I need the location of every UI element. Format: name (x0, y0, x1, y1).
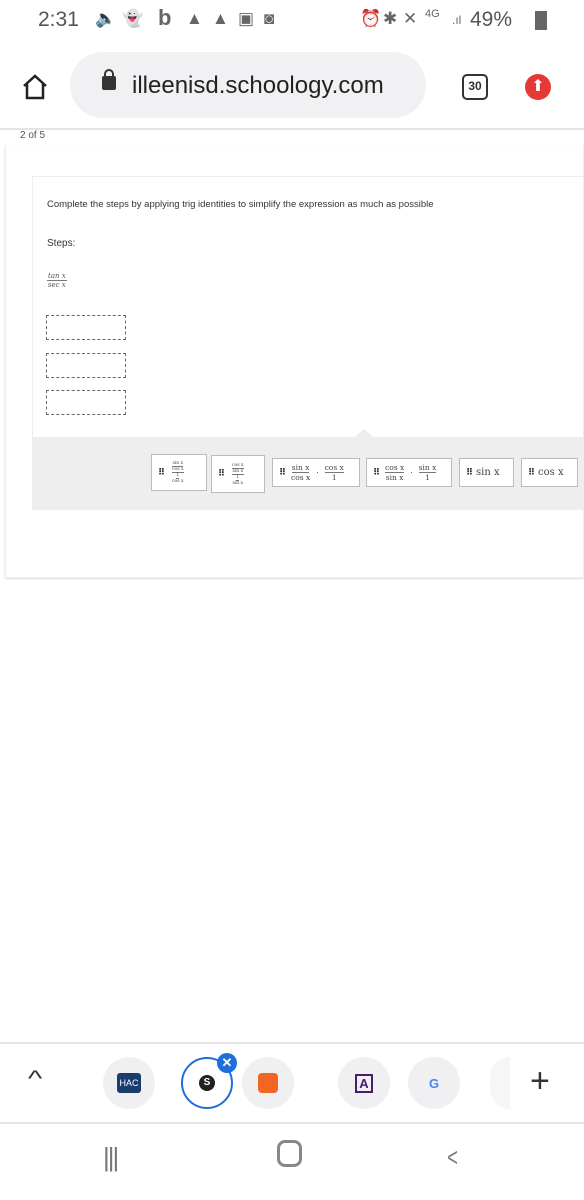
clock: 2:31 (38, 8, 79, 31)
back-nav-button[interactable]: < (447, 1142, 458, 1173)
divider (0, 128, 584, 130)
alert-icon: ▲ (186, 9, 203, 28)
answer-bank: ⠿ sin x cos x 1 cos x ⠿ cos x sin x 1 sin x ⠿ … (33, 429, 584, 510)
alert-icon: ▲ (212, 9, 229, 28)
tile-text: 1 (331, 473, 337, 482)
tile-text: cos x (172, 479, 184, 484)
answer-tile-complex-sin[interactable]: ⠿ sin x cos x 1 cos x (151, 454, 207, 491)
drop-slot-2[interactable] (46, 353, 126, 378)
tab-label: G (428, 1075, 440, 1091)
question-progress: 2 of 5 (20, 130, 46, 141)
network-label: 4G (425, 8, 440, 20)
tab-schoology-active[interactable]: S ✕ (181, 1053, 237, 1109)
drag-handle-icon[interactable]: ⠿ (528, 468, 535, 478)
tab-strip: ^ HAC S ✕ A G + (0, 1044, 584, 1122)
tile-text: sin x (385, 473, 404, 482)
drag-handle-icon[interactable]: ⠿ (279, 468, 286, 478)
tile-text: cos x (538, 467, 564, 478)
divider (0, 1122, 584, 1124)
url-text[interactable]: illeenisd.schoology.com (132, 72, 384, 100)
given-denominator: sec x (47, 281, 66, 289)
tab-a[interactable]: A (338, 1057, 390, 1109)
tile-text: sin x (291, 463, 310, 473)
tile-text: cos x (324, 463, 344, 473)
drag-handle-icon[interactable]: ⠿ (158, 468, 165, 478)
tab-google[interactable]: G (408, 1057, 460, 1109)
b-icon: b (158, 5, 172, 30)
answer-tile-cos[interactable]: ⠿ cos x (521, 458, 578, 487)
tile-text: sin x (476, 467, 500, 478)
collapse-chevron-icon[interactable]: ^ (28, 1066, 42, 1092)
home-icon[interactable] (20, 72, 50, 102)
answer-tile-product-cos-sin[interactable]: ⠿ cos x sin x · sin x1 (366, 458, 452, 487)
tile-text: sin x (232, 480, 244, 486)
update-icon[interactable]: ⬆ (525, 74, 551, 100)
drag-handle-icon[interactable]: ⠿ (373, 468, 380, 478)
tab-hac[interactable]: HAC (103, 1057, 155, 1109)
url-bar[interactable]: illeenisd.schoology.com (70, 52, 426, 118)
image-icon: ▣ (238, 9, 255, 28)
lock-icon (102, 69, 116, 90)
tile-text: sin x (418, 463, 437, 473)
answer-bank-pointer (355, 429, 373, 437)
snapchat-icon: 👻 (122, 9, 144, 28)
given-numerator: tan x (47, 272, 67, 281)
tile-text: cos x (172, 467, 184, 472)
instruction-text: Complete the steps by applying trig iden… (47, 199, 434, 210)
recent-apps-button[interactable]: ||| (103, 1142, 119, 1173)
battery-icon (535, 11, 547, 30)
tab-partial[interactable] (490, 1057, 510, 1109)
refresh-icon: ◙ (264, 9, 275, 28)
tile-text: sin x (232, 468, 244, 474)
tile-operator: · (316, 468, 319, 477)
drag-handle-icon[interactable]: ⠿ (466, 468, 473, 478)
soundcloud-icon (258, 1073, 278, 1093)
tile-operator: · (410, 468, 413, 477)
alarm-icon: ⏰ (360, 9, 382, 28)
tile-text: cos x (291, 473, 311, 482)
given-expression: tan x sec x (47, 272, 67, 289)
steps-label: Steps: (47, 238, 76, 249)
close-tab-icon[interactable]: ✕ (217, 1053, 237, 1073)
question-card: Complete the steps by applying trig iden… (32, 176, 584, 510)
tile-text: cos x (385, 463, 405, 473)
drop-slot-1[interactable] (46, 315, 126, 340)
tile-text: 1 (425, 473, 430, 482)
answer-tile-complex-cos[interactable]: ⠿ cos x sin x 1 sin x (211, 455, 265, 493)
tab-label: S (199, 1075, 215, 1091)
answer-tile-product-sin-cos[interactable]: ⠿ sin x cos x · cos x1 (272, 458, 360, 487)
drag-handle-icon[interactable]: ⠿ (218, 469, 225, 479)
bluetooth-icon: ✱ (383, 9, 398, 28)
answer-tile-sin[interactable]: ⠿ sin x (459, 458, 514, 487)
tab-label: HAC (117, 1073, 141, 1093)
status-bar: 2:31 🔈 👻 b ▲ ▲ ▣ ◙ ⏰ ✱ ✕ 4G .ıl 49% (0, 0, 584, 40)
drop-slot-3[interactable] (46, 390, 126, 415)
signal-icon: .ıl (452, 13, 462, 27)
tab-count-button[interactable]: 30 (462, 74, 488, 100)
home-nav-button[interactable] (277, 1140, 302, 1167)
tab-label: A (355, 1073, 373, 1093)
battery-percent: 49% (470, 8, 513, 31)
mute-icon: ✕ (403, 9, 418, 28)
volume-icon: 🔈 (95, 9, 117, 28)
tab-soundcloud[interactable] (242, 1057, 294, 1109)
add-tab-button[interactable]: + (530, 1062, 550, 1101)
